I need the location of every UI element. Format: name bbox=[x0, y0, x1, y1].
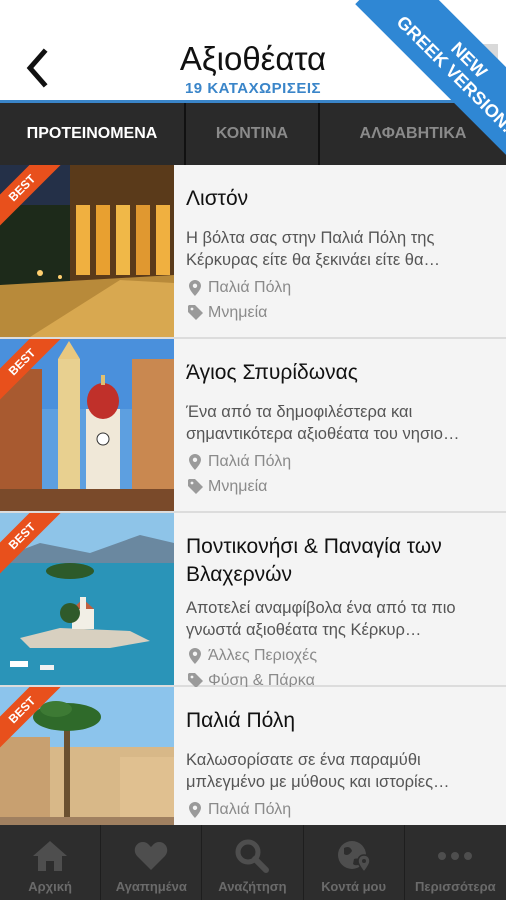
entries-count: 19 ΚΑΤΑΧΩΡΙΣΕΙΣ bbox=[184, 80, 322, 97]
item-location-row: Άλλες Περιοχές bbox=[186, 643, 496, 668]
item-thumbnail: BEST bbox=[0, 687, 174, 825]
map-pin-icon bbox=[186, 279, 204, 296]
list-item[interactable]: BEST Λιστόν Η βόλτα σας στην Παλιά Πόλη … bbox=[0, 165, 506, 339]
heart-icon bbox=[134, 837, 168, 875]
map-pin-icon bbox=[186, 801, 204, 818]
item-category: Μνημεία bbox=[208, 303, 268, 321]
item-thumbnail: BEST bbox=[0, 165, 174, 337]
item-location: Παλιά Πόλη bbox=[208, 800, 292, 818]
search-icon bbox=[235, 837, 270, 875]
item-title: Ποντικονήσι & Παναγία των Βλαχερνών bbox=[186, 535, 442, 586]
item-category: Μνημεία bbox=[208, 477, 268, 495]
item-location-row: Παλιά Πόλη bbox=[186, 797, 496, 822]
item-title: Λιστόν bbox=[186, 187, 249, 210]
tab-recommended[interactable]: ΠΡΟΤΕΙΝΟΜΕΝΑ bbox=[0, 103, 186, 165]
tag-icon bbox=[186, 479, 204, 494]
home-icon bbox=[31, 837, 69, 875]
item-description: Ένα από τα δημοφιλέστερα και σημαντικότε… bbox=[186, 403, 460, 443]
map-pin-icon bbox=[186, 647, 204, 664]
nav-home-label: Αρχική bbox=[28, 879, 72, 894]
nav-nearby[interactable]: Κοντά μου bbox=[304, 825, 405, 900]
tag-icon bbox=[186, 305, 204, 320]
item-location: Παλιά Πόλη bbox=[208, 278, 292, 296]
item-description: Η βόλτα σας στην Παλιά Πόλη της Κέρκυρας… bbox=[186, 229, 441, 269]
nav-search[interactable]: Αναζήτηση bbox=[202, 825, 304, 900]
item-title: Άγιος Σπυρίδωνας bbox=[186, 361, 358, 384]
sights-list: BEST Λιστόν Η βόλτα σας στην Παλιά Πόλη … bbox=[0, 165, 506, 825]
globe-pin-icon bbox=[336, 837, 372, 875]
tab-bar: ΠΡΟΤΕΙΝΟΜΕΝΑ ΚΟΝΤΙΝΑ ΑΛΦΑΒΗΤΙΚΑ bbox=[0, 103, 506, 165]
item-category-row: Μνημεία bbox=[186, 474, 496, 499]
item-thumbnail: BEST bbox=[0, 513, 174, 685]
list-item[interactable]: BEST Ποντικονήσι & Παναγία των Βλαχερνών… bbox=[0, 513, 506, 689]
list-item[interactable]: BEST Άγιος Σπυρίδωνας Ένα από τα δημοφιλ… bbox=[0, 339, 506, 513]
nav-more[interactable]: Περισσότερα bbox=[405, 825, 506, 900]
nav-nearby-label: Κοντά μου bbox=[321, 879, 387, 894]
list-item[interactable]: BEST Παλιά Πόλη Καλωσορίσατε σε ένα παρα… bbox=[0, 687, 506, 825]
item-location-row: Παλιά Πόλη bbox=[186, 449, 496, 474]
map-pin-icon bbox=[186, 453, 204, 470]
tag-icon bbox=[186, 673, 204, 688]
item-title: Παλιά Πόλη bbox=[186, 709, 296, 732]
item-category-row: Μνημεία bbox=[186, 300, 496, 325]
nav-more-label: Περισσότερα bbox=[415, 879, 496, 894]
item-description: Αποτελεί αναμφίβολα ένα από τα πιο γνωστ… bbox=[186, 599, 456, 639]
nav-search-label: Αναζήτηση bbox=[218, 879, 287, 894]
item-description: Καλωσορίσατε σε ένα παραμύθι μπλεγμένο μ… bbox=[186, 751, 450, 791]
nav-home[interactable]: Αρχική bbox=[0, 825, 102, 900]
item-location-row: Παλιά Πόλη bbox=[186, 275, 496, 300]
more-dots-icon bbox=[437, 837, 473, 875]
item-location: Άλλες Περιοχές bbox=[208, 646, 318, 664]
item-thumbnail: BEST bbox=[0, 339, 174, 511]
bottom-nav: Αρχική Αγαπημένα Αναζήτηση Κοντά μου Περ… bbox=[0, 825, 506, 900]
tab-nearby[interactable]: ΚΟΝΤΙΝΑ bbox=[186, 103, 320, 165]
item-location: Παλιά Πόλη bbox=[208, 452, 292, 470]
nav-favorites[interactable]: Αγαπημένα bbox=[101, 825, 203, 900]
nav-favorites-label: Αγαπημένα bbox=[115, 879, 187, 894]
